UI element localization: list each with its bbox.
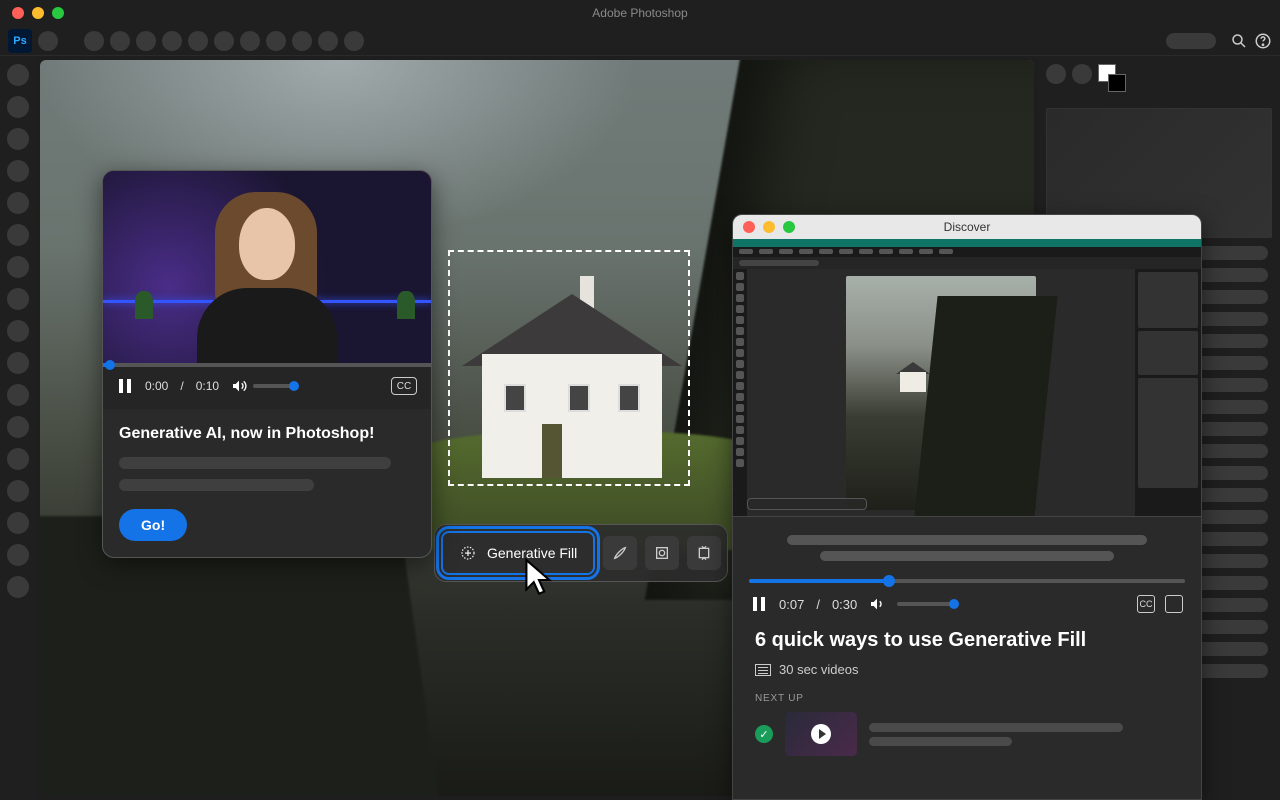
check-icon: ✓ xyxy=(755,725,773,743)
tool-button[interactable] xyxy=(7,384,29,406)
tool-button[interactable] xyxy=(7,352,29,374)
app-title: Adobe Photoshop xyxy=(592,6,687,20)
discover-headline: 6 quick ways to use Generative Fill xyxy=(755,629,1179,652)
image-content xyxy=(40,516,441,796)
next-thumbnail[interactable] xyxy=(785,712,857,756)
color-swatches[interactable] xyxy=(1098,64,1128,100)
go-button[interactable]: Go! xyxy=(119,509,187,541)
tool-button[interactable] xyxy=(7,96,29,118)
cursor-icon xyxy=(522,558,556,600)
tool-button[interactable] xyxy=(7,288,29,310)
time-total: 0:30 xyxy=(832,597,857,612)
time-total: 0:10 xyxy=(196,379,219,393)
next-up-label: NEXT UP xyxy=(755,693,1179,704)
tool-button[interactable] xyxy=(7,480,29,502)
time-current: 0:00 xyxy=(145,379,168,393)
tool-button[interactable] xyxy=(7,128,29,150)
next-item[interactable]: ✓ xyxy=(755,712,1179,756)
next-item-title xyxy=(869,718,1179,751)
cc-button[interactable]: CC xyxy=(1137,595,1155,613)
menu-item[interactable] xyxy=(214,31,234,51)
playlist-icon xyxy=(755,664,771,676)
time-separator: / xyxy=(816,597,820,612)
tool-button[interactable] xyxy=(7,224,29,246)
pip-icon[interactable] xyxy=(1165,595,1183,613)
transform-icon[interactable] xyxy=(687,536,721,570)
tutorial-headline: Generative AI, now in Photoshop! xyxy=(119,425,415,443)
tutorial-video[interactable] xyxy=(103,171,431,363)
menu-item[interactable] xyxy=(136,31,156,51)
tool-button[interactable] xyxy=(7,160,29,182)
discover-description xyxy=(733,517,1201,571)
menu-item[interactable] xyxy=(110,31,130,51)
volume-slider[interactable] xyxy=(897,602,957,606)
titlebar: Adobe Photoshop xyxy=(0,0,1280,26)
selection-marquee[interactable] xyxy=(448,250,690,486)
maximize-window-button[interactable] xyxy=(52,7,64,19)
app-logo[interactable]: Ps xyxy=(8,29,32,53)
discover-panel: Discover 0:07 / 0:30 CC xyxy=(732,214,1202,800)
menu-item[interactable] xyxy=(344,31,364,51)
contextual-taskbar: Generative Fill xyxy=(434,524,728,582)
volume-icon[interactable] xyxy=(231,378,247,394)
volume-icon[interactable] xyxy=(869,596,885,612)
search-field[interactable] xyxy=(1166,33,1216,49)
tutorial-description xyxy=(119,479,314,491)
generative-fill-button[interactable]: Generative Fill xyxy=(441,531,595,575)
panel-tab[interactable] xyxy=(1046,64,1066,84)
discover-meta: 30 sec videos xyxy=(779,662,859,677)
menu-item[interactable] xyxy=(188,31,208,51)
tool-button[interactable] xyxy=(7,192,29,214)
cc-button[interactable]: CC xyxy=(391,377,417,395)
discover-controls: 0:07 / 0:30 CC xyxy=(733,583,1201,625)
time-current: 0:07 xyxy=(779,597,804,612)
maximize-panel-button[interactable] xyxy=(783,221,795,233)
brush-icon[interactable] xyxy=(603,536,637,570)
search-icon[interactable] xyxy=(1230,32,1248,50)
discover-progress[interactable] xyxy=(749,579,1185,583)
pause-icon[interactable] xyxy=(751,596,767,612)
tool-button[interactable] xyxy=(7,512,29,534)
tool-button[interactable] xyxy=(7,64,29,86)
menubar: Ps xyxy=(0,26,1280,56)
tutorial-description xyxy=(119,457,391,469)
close-window-button[interactable] xyxy=(12,7,24,19)
discover-titlebar: Discover xyxy=(733,215,1201,239)
mask-icon[interactable] xyxy=(645,536,679,570)
menu-item[interactable] xyxy=(84,31,104,51)
minimize-window-button[interactable] xyxy=(32,7,44,19)
tool-button[interactable] xyxy=(7,576,29,598)
pause-icon[interactable] xyxy=(117,378,133,394)
tutorial-card: 0:00 / 0:10 CC Generative AI, now in Pho… xyxy=(102,170,432,558)
video-controls: 0:00 / 0:10 CC xyxy=(103,363,431,409)
tool-button[interactable] xyxy=(7,448,29,470)
menu-item[interactable] xyxy=(162,31,182,51)
menu-item[interactable] xyxy=(240,31,260,51)
menu-item[interactable] xyxy=(266,31,286,51)
tool-button[interactable] xyxy=(7,320,29,342)
home-button[interactable] xyxy=(38,31,58,51)
volume-slider[interactable] xyxy=(253,384,297,388)
video-progress[interactable] xyxy=(103,363,431,367)
panel-tab[interactable] xyxy=(1072,64,1092,84)
close-panel-button[interactable] xyxy=(743,221,755,233)
help-icon[interactable] xyxy=(1254,32,1272,50)
tools-panel xyxy=(0,56,36,800)
tool-button[interactable] xyxy=(7,416,29,438)
window-controls xyxy=(0,7,64,19)
minimize-panel-button[interactable] xyxy=(763,221,775,233)
discover-title: Discover xyxy=(944,220,991,234)
menu-item[interactable] xyxy=(318,31,338,51)
discover-video[interactable] xyxy=(733,239,1201,517)
menu-item[interactable] xyxy=(292,31,312,51)
sparkle-icon xyxy=(459,544,477,562)
tool-button[interactable] xyxy=(7,256,29,278)
time-separator: / xyxy=(180,379,183,393)
tool-button[interactable] xyxy=(7,544,29,566)
